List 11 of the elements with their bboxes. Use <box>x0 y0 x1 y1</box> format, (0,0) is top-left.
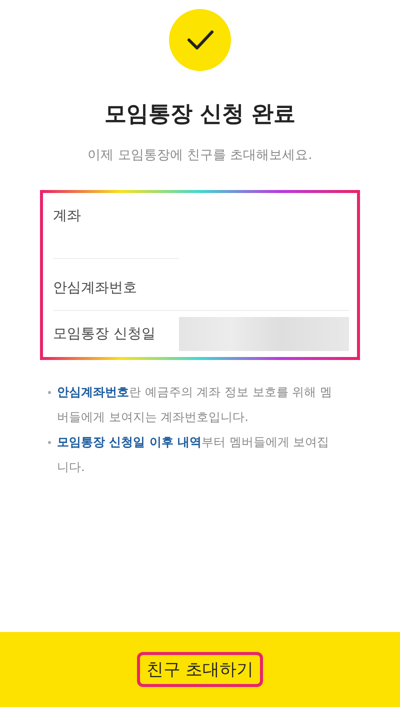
note-text: 모임통장 신청일 이후 내역부터 멤버들에게 보여집니다. <box>57 434 330 476</box>
row-label: 안심계좌번호 <box>53 278 137 296</box>
row-label: 계좌 <box>53 207 81 225</box>
row-label: 모임통장 신청일 <box>53 325 156 343</box>
bullet-icon <box>48 441 51 444</box>
note-text: 안심계좌번호란 예금주의 계좌 정보 보호를 위해 멤버들에게 보여지는 계좌번호입니다. <box>57 384 333 426</box>
invite-friends-button[interactable]: 친구 초대하기 <box>137 652 263 687</box>
bullet-icon <box>48 391 51 394</box>
subtitle: 이제 모임통장에 친구를 초대해보세요. <box>88 147 312 164</box>
page-title: 모임통장 신청 완료 <box>104 101 296 129</box>
check-icon <box>169 9 231 71</box>
